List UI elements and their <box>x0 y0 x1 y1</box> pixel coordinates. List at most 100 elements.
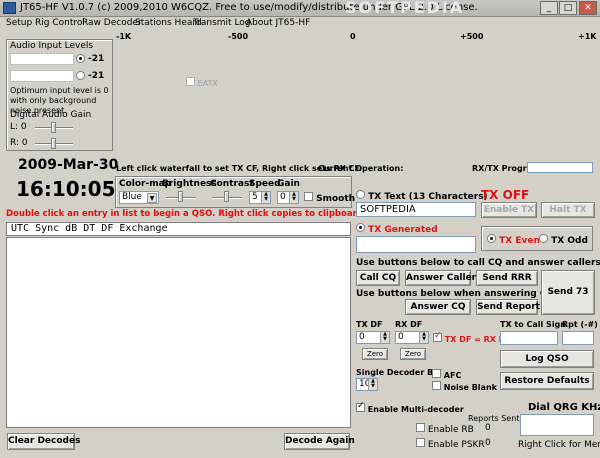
spinner-arrows-icon: ▲ ▼ <box>368 379 377 390</box>
tx-text-label: TX Text (13 Characters) <box>368 192 488 202</box>
right-level-value: -21 <box>88 71 105 81</box>
decoder-bw-select[interactable]: 100 ▲▼ <box>356 378 378 391</box>
rx-df-zero-button[interactable]: Zero <box>400 348 426 360</box>
multi-decoder-checkbox[interactable]: Enable Multi-decoder <box>356 401 464 414</box>
rx-df-value: 0 <box>398 332 404 342</box>
tx-text-radio[interactable]: TX Text (13 Characters) <box>356 190 488 202</box>
eatx-label: EATX <box>197 79 218 88</box>
spinner-arrows-icon: ▲ ▼ <box>419 332 428 343</box>
right-level-meter <box>10 70 74 82</box>
checkbox-icon <box>416 438 425 447</box>
decode-list[interactable] <box>6 237 351 428</box>
gain-left-thumb[interactable] <box>51 122 56 133</box>
radio-icon <box>487 234 496 243</box>
left-level-value: -21 <box>88 54 105 64</box>
menu-setup[interactable]: Setup <box>6 18 32 28</box>
tx-df-spinner[interactable]: 0 ▲ ▼ <box>356 331 390 344</box>
date-display: 2009-Mar-30 <box>18 157 119 173</box>
noise-blank-checkbox[interactable]: Noise Blank <box>432 381 497 392</box>
tx-status: TX OFF <box>481 188 530 202</box>
radio-icon <box>76 71 85 80</box>
tx-df-zero-button[interactable]: Zero <box>362 348 388 360</box>
maximize-icon[interactable]: □ <box>559 1 577 15</box>
tx-call-field[interactable] <box>500 331 558 345</box>
menu-rig-control[interactable]: Rig Control <box>35 18 85 28</box>
tx-even-label: TX Even <box>499 236 540 246</box>
brightness-label: Brightness <box>162 179 217 189</box>
checkbox-icon <box>356 401 365 412</box>
send-73-button[interactable]: Send 73 <box>541 270 595 315</box>
colormap-select[interactable]: Blue ▼ <box>119 191 159 204</box>
answer-cq-button[interactable]: Answer CQ <box>405 299 471 315</box>
gain-value: 0 <box>280 192 286 202</box>
afc-label: AFC <box>443 371 462 380</box>
checkbox-icon <box>433 331 442 342</box>
contrast-label: Contrast <box>210 179 254 189</box>
current-operation-label: Current Operation: <box>318 164 404 173</box>
enable-pskr-label: Enable PSKR <box>427 440 485 450</box>
speed-spinner[interactable]: 5 ▲ ▼ <box>249 191 271 204</box>
reports-sent-label: Reports Sent <box>468 414 520 423</box>
menu-bar: Setup Rig Control Raw Decoder Stations H… <box>0 17 600 31</box>
close-icon[interactable]: ✕ <box>579 1 597 15</box>
radio-icon <box>356 223 365 232</box>
rxtx-progress-bar <box>527 162 593 173</box>
checkbox-icon <box>304 192 313 201</box>
rx-df-spinner[interactable]: 0 ▲ ▼ <box>395 331 429 344</box>
menu-transmit-log[interactable]: Transmit Log <box>193 18 251 28</box>
rpt-label: Rpt (-#) <box>562 320 598 329</box>
right-level-radio[interactable] <box>76 71 85 83</box>
menu-raw-decoder[interactable]: Raw Decoder <box>82 18 142 28</box>
enable-pskr-checkbox[interactable]: Enable PSKR <box>416 438 485 450</box>
call-cq-button[interactable]: Call CQ <box>356 270 400 286</box>
checkbox-icon <box>432 369 441 378</box>
clear-decodes-button[interactable]: Clear Decodes <box>7 433 80 450</box>
contrast-thumb[interactable] <box>224 191 229 202</box>
decode-again-button[interactable]: Decode Again <box>284 433 355 450</box>
double-click-hint: Double click an entry in list to begin a… <box>6 209 367 219</box>
audio-panel: Audio Input Levels -21 -21 Optimum input… <box>6 39 113 151</box>
tx-generated-radio[interactable]: TX Generated <box>356 223 438 235</box>
log-qso-button[interactable]: Log QSO <box>500 350 594 368</box>
pskr-count: 0 <box>485 438 491 448</box>
halt-tx-button[interactable]: Halt TX <box>541 202 595 218</box>
left-level-radio[interactable] <box>76 54 85 66</box>
gain-label: Gain <box>277 179 300 189</box>
brightness-thumb[interactable] <box>178 191 183 202</box>
gain-spinner[interactable]: 0 ▲ ▼ <box>277 191 299 204</box>
tx-text-field[interactable]: SOFTPEDIA <box>356 202 476 217</box>
restore-defaults-button[interactable]: Restore Defaults <box>500 372 594 390</box>
smooth-label: Smooth <box>316 194 356 204</box>
noise-blank-label: Noise Blank <box>443 383 497 392</box>
menu-about[interactable]: About JT65-HF <box>246 18 310 28</box>
gain-right-thumb[interactable] <box>51 138 56 149</box>
radio-icon <box>539 234 548 243</box>
send-report-button[interactable]: Send Report <box>476 299 540 315</box>
dial-qrg-field[interactable] <box>520 414 594 436</box>
spinner-arrows-icon: ▲ ▼ <box>380 332 389 343</box>
enable-tx-button[interactable]: Enable TX <box>481 202 537 218</box>
tx-generated-label: TX Generated <box>368 225 438 235</box>
tx-df-label: TX DF <box>356 320 383 329</box>
minimize-icon[interactable]: _ <box>540 1 558 15</box>
rpt-field[interactable] <box>562 331 594 345</box>
enable-rb-checkbox[interactable]: Enable RB <box>416 423 474 435</box>
colormap-value: Blue <box>122 192 142 202</box>
list-header-text: UTC Sync dB DT DF Exchange <box>11 223 168 234</box>
gain-title: Digital Audio Gain <box>10 110 92 120</box>
multi-decoder-label: Enable Multi-decoder <box>367 405 464 414</box>
send-rrr-button[interactable]: Send RRR <box>476 270 538 286</box>
decoder-bw-label: Single Decoder BW <box>356 368 442 377</box>
afc-checkbox[interactable]: AFC <box>432 369 461 380</box>
eatx-check-icon <box>186 77 195 86</box>
watermark: SOFTPEDIA <box>345 0 465 17</box>
menu-stations-heard[interactable]: Stations Heard <box>135 18 202 28</box>
waterfall-display[interactable] <box>115 41 600 161</box>
smooth-checkbox[interactable]: Smooth <box>304 192 355 204</box>
eatx-checkbox[interactable]: EATX <box>186 77 218 88</box>
tx-odd-radio[interactable]: TX Odd <box>539 234 588 246</box>
tx-even-radio[interactable]: TX Even <box>487 234 540 246</box>
answer-caller-button[interactable]: Answer Caller <box>405 270 476 286</box>
gain-left-label: L: 0 <box>10 122 27 132</box>
spinner-arrows-icon: ▲ ▼ <box>289 192 298 203</box>
